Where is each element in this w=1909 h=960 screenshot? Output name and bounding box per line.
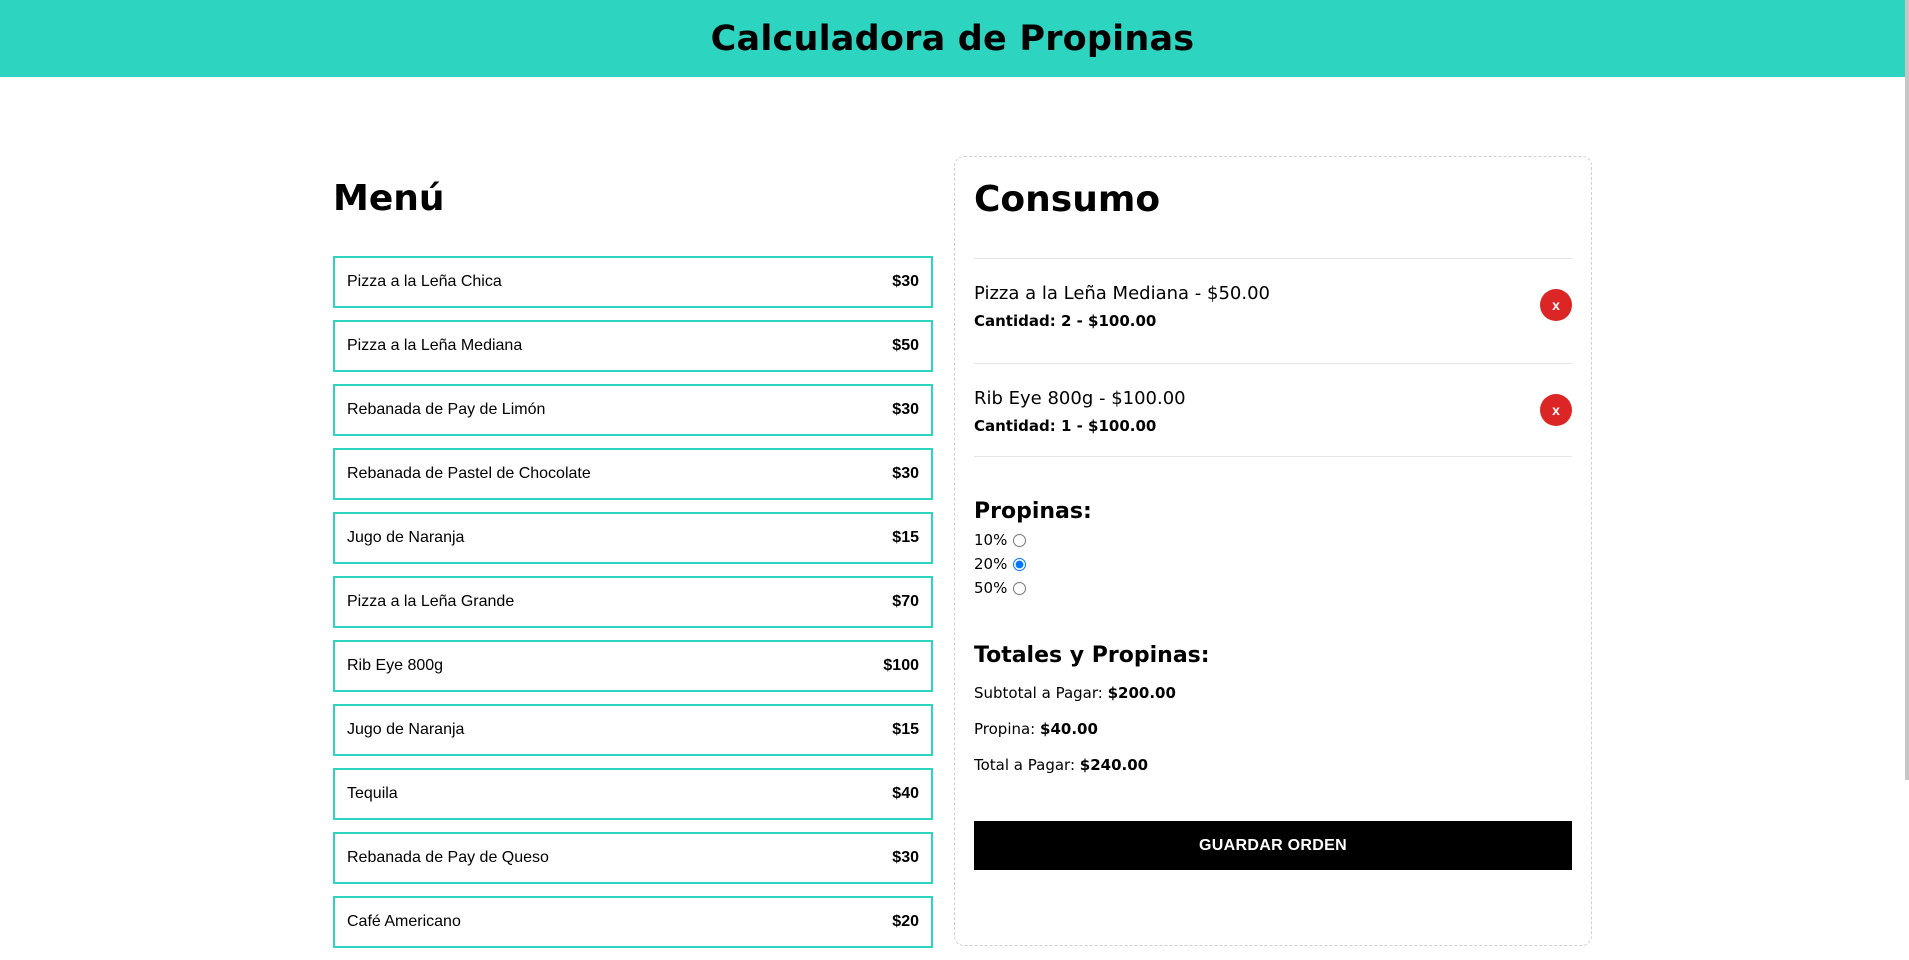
- menu-item[interactable]: Rebanada de Pay de Queso $30: [333, 832, 933, 884]
- tip-value: $40.00: [1040, 720, 1098, 738]
- subtotal-line: Subtotal a Pagar: $200.00: [974, 684, 1210, 720]
- menu-item-name: Pizza a la Leña Chica: [347, 273, 502, 290]
- menu-item[interactable]: Jugo de Naranja $15: [333, 512, 933, 564]
- tip-option-50: 50%: [974, 576, 1092, 600]
- menu-item-price: $30: [892, 273, 919, 290]
- menu-item[interactable]: Rib Eye 800g $100: [333, 640, 933, 692]
- order-item-quantity: Cantidad: 1 - $100.00: [974, 417, 1157, 435]
- menu-item-name: Rebanada de Pay de Limón: [347, 401, 546, 418]
- menu-title: Menú: [333, 178, 445, 219]
- order-item-quantity: Cantidad: 2 - $100.00: [974, 312, 1157, 330]
- subtotal-label: Subtotal a Pagar:: [974, 684, 1103, 702]
- totals-title: Totales y Propinas:: [974, 643, 1210, 668]
- tip-option-20: 20%: [974, 552, 1092, 576]
- menu-item-name: Jugo de Naranja: [347, 529, 465, 546]
- totals-section: Totales y Propinas: Subtotal a Pagar: $2…: [974, 643, 1210, 792]
- tip-option-label[interactable]: 50%: [974, 579, 1007, 597]
- order-item: Pizza a la Leña Mediana - $50.00 Cantida…: [974, 259, 1572, 364]
- tip-title: Propinas:: [974, 499, 1092, 524]
- page-scrollbar[interactable]: [1905, 0, 1909, 780]
- remove-item-button[interactable]: x: [1540, 289, 1572, 321]
- order-list: Pizza a la Leña Mediana - $50.00 Cantida…: [974, 258, 1572, 457]
- menu-item-name: Tequila: [347, 785, 398, 802]
- menu-item-price: $30: [892, 401, 919, 418]
- tip-radio-10[interactable]: [1013, 533, 1027, 547]
- app-title: Calculadora de Propinas: [710, 18, 1195, 59]
- order-item-title: Rib Eye 800g - $100.00: [974, 388, 1186, 409]
- menu-item[interactable]: Jugo de Naranja $15: [333, 704, 933, 756]
- menu-item-name: Café Americano: [347, 913, 461, 930]
- subtotal-value: $200.00: [1107, 684, 1176, 702]
- menu-item[interactable]: Rebanada de Pastel de Chocolate $30: [333, 448, 933, 500]
- tip-options: Propinas: 10% 20% 50%: [974, 499, 1092, 600]
- menu-list: Pizza a la Leña Chica $30 Pizza a la Leña…: [333, 256, 933, 960]
- tip-radio-20[interactable]: [1013, 557, 1027, 571]
- menu-item-price: $40: [892, 785, 919, 802]
- menu-item-price: $100: [883, 657, 919, 674]
- menu-item-name: Rebanada de Pay de Queso: [347, 849, 549, 866]
- tip-option-label[interactable]: 10%: [974, 531, 1007, 549]
- menu-item[interactable]: Pizza a la Leña Mediana $50: [333, 320, 933, 372]
- menu-item-price: $20: [892, 913, 919, 930]
- consumo-title: Consumo: [974, 179, 1161, 220]
- menu-item-name: Jugo de Naranja: [347, 721, 465, 738]
- menu-item-price: $15: [892, 721, 919, 738]
- menu-item-name: Rib Eye 800g: [347, 657, 444, 674]
- total-label: Total a Pagar:: [974, 756, 1075, 774]
- menu-item-price: $70: [892, 593, 919, 610]
- tip-radio-50[interactable]: [1013, 581, 1027, 595]
- remove-item-button[interactable]: x: [1540, 394, 1572, 426]
- consumo-panel: Consumo Pizza a la Leña Mediana - $50.00…: [954, 156, 1592, 946]
- tip-option-10: 10%: [974, 528, 1092, 552]
- menu-item-name: Rebanada de Pastel de Chocolate: [347, 465, 591, 482]
- order-item-title: Pizza a la Leña Mediana - $50.00: [974, 283, 1270, 304]
- order-item: Rib Eye 800g - $100.00 Cantidad: 1 - $10…: [974, 364, 1572, 457]
- menu-item-price: $30: [892, 849, 919, 866]
- menu-item-name: Pizza a la Leña Grande: [347, 593, 515, 610]
- menu-item-price: $30: [892, 465, 919, 482]
- menu-item-price: $50: [892, 337, 919, 354]
- total-line: Total a Pagar: $240.00: [974, 756, 1210, 792]
- menu-item-price: $15: [892, 529, 919, 546]
- total-value: $240.00: [1079, 756, 1149, 774]
- menu-item[interactable]: Tequila $40: [333, 768, 933, 820]
- menu-item-name: Pizza a la Leña Mediana: [347, 337, 523, 354]
- menu-item[interactable]: Café Americano $20: [333, 896, 933, 948]
- tip-line: Propina: $40.00: [974, 720, 1210, 756]
- menu-item[interactable]: Rebanada de Pay de Limón $30: [333, 384, 933, 436]
- menu-item[interactable]: Pizza a la Leña Grande $70: [333, 576, 933, 628]
- app-header: Calculadora de Propinas: [0, 0, 1905, 77]
- menu-item[interactable]: Pizza a la Leña Chica $30: [333, 256, 933, 308]
- tip-option-label[interactable]: 20%: [974, 555, 1007, 573]
- tip-label: Propina:: [974, 720, 1036, 738]
- save-order-button[interactable]: GUARDAR ORDEN: [974, 821, 1572, 870]
